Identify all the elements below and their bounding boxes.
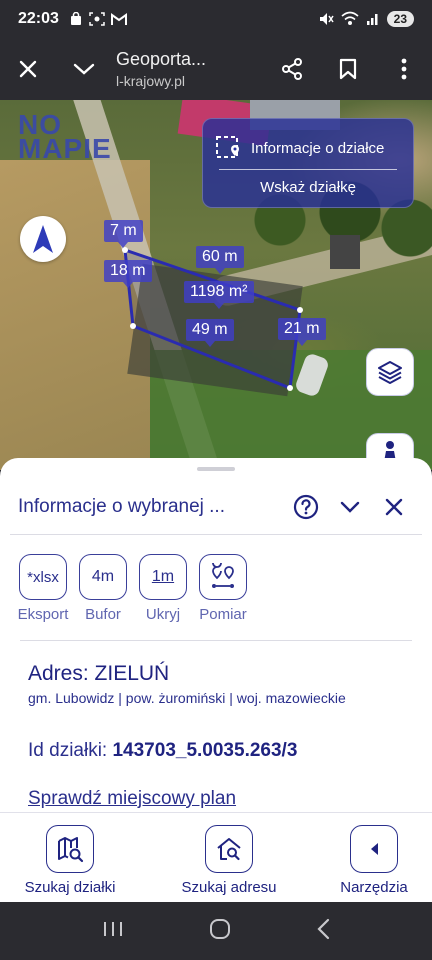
- hide-button[interactable]: 1m: [139, 554, 187, 600]
- battery-badge: 23: [386, 11, 414, 27]
- chevron-left-icon: [371, 843, 378, 855]
- collapse-button[interactable]: [330, 487, 370, 527]
- system-navigation-bar: [0, 902, 432, 960]
- export-tool[interactable]: *xlsx Eksport: [18, 554, 68, 623]
- tool-label: Ukryj: [145, 606, 181, 623]
- parcel-address: Adres: ZIELUŃ: [28, 662, 170, 685]
- page-title-area[interactable]: Geoporta... l-krajowy.pl: [112, 49, 264, 89]
- bottom-navigation: Szukaj działki Szukaj adresu Narzędzia: [0, 812, 432, 902]
- help-icon: [293, 494, 319, 520]
- map-view[interactable]: NO MAPIE Informacje o działce Wskaż dzia…: [0, 100, 432, 470]
- measurement-label: 18 m: [104, 260, 152, 288]
- measure-button[interactable]: [199, 554, 247, 600]
- area-label: 1198 m²: [184, 281, 254, 309]
- compass-arrow-icon: [33, 225, 53, 253]
- minimize-button[interactable]: [56, 38, 112, 100]
- compass-button[interactable]: [20, 216, 66, 262]
- xlsx-icon: *xlsx: [27, 568, 59, 586]
- select-parcel-button[interactable]: Wskaż działkę: [203, 170, 413, 196]
- divider: [10, 534, 422, 535]
- more-vert-icon: [401, 58, 407, 80]
- search-parcel-button[interactable]: [46, 825, 94, 873]
- measure-icon: [212, 563, 234, 588]
- hide-icon: 1m: [151, 568, 175, 585]
- home-icon: [209, 918, 230, 939]
- gmail-icon: [110, 12, 127, 25]
- nav-label: Szukaj adresu: [181, 879, 277, 896]
- buffer-tool[interactable]: 4m Bufor: [78, 554, 128, 623]
- back-icon: [317, 918, 329, 939]
- parcel-select-icon: [216, 136, 239, 158]
- mute-icon: [319, 13, 334, 25]
- parcel-info-title: Informacje o działce: [251, 139, 385, 157]
- parcel-info-button[interactable]: Informacje o działce: [203, 119, 413, 165]
- status-indicators: 23: [318, 11, 414, 27]
- close-icon: [385, 498, 403, 516]
- parcel-id-label: Id działki:: [28, 740, 108, 761]
- hide-tool[interactable]: 1m Ukryj: [138, 554, 188, 623]
- app-logo: NO MAPIE: [18, 111, 112, 164]
- notification-icons: [69, 12, 127, 26]
- tool-label: Bufor: [85, 606, 121, 623]
- page-title: Geoporta...: [116, 49, 207, 69]
- local-plan-link[interactable]: Sprawdź miejscowy plan: [28, 788, 236, 810]
- shopping-bag-icon: [70, 12, 81, 25]
- sheet-header: Informacje o wybranej ...: [0, 482, 432, 532]
- measurement-label: 7 m: [104, 220, 143, 248]
- back-button[interactable]: [316, 918, 330, 945]
- parcel-id-row: Id działki: 143703_5.0035.263/3: [28, 740, 297, 762]
- bookmark-button[interactable]: [320, 38, 376, 100]
- buffer-icon: 4m: [91, 568, 115, 585]
- status-time: 22:03: [18, 10, 59, 27]
- layers-icon: [378, 361, 402, 384]
- tools-nav[interactable]: Narzędzia: [334, 825, 414, 896]
- bookmark-icon: [339, 58, 357, 80]
- signal-icon: [366, 14, 378, 25]
- wifi-icon: [341, 11, 359, 25]
- browser-toolbar: Geoporta... l-krajowy.pl: [0, 38, 432, 100]
- nav-label: Szukaj działki: [24, 879, 116, 896]
- sheet-title: Informacje o wybranej ...: [18, 496, 225, 517]
- share-icon: [282, 58, 302, 80]
- tool-label: Eksport: [17, 606, 69, 623]
- chevron-down-icon: [73, 63, 95, 75]
- help-button[interactable]: [286, 487, 326, 527]
- map-search-icon: [58, 837, 84, 863]
- chevron-down-icon: [340, 501, 360, 513]
- drag-handle[interactable]: [197, 467, 235, 471]
- layers-button[interactable]: [366, 348, 414, 396]
- tool-row: *xlsx Eksport 4m Bufor 1m Ukryj Pomiar: [18, 554, 248, 623]
- more-options-button[interactable]: [376, 38, 432, 100]
- search-address-button[interactable]: [205, 825, 253, 873]
- search-address-nav[interactable]: Szukaj adresu: [176, 825, 282, 896]
- home-button[interactable]: [209, 918, 231, 945]
- close-sheet-button[interactable]: [374, 487, 414, 527]
- recent-apps-button[interactable]: [102, 920, 124, 943]
- tools-button[interactable]: [350, 825, 398, 873]
- nav-label: Narzędzia: [340, 879, 408, 896]
- close-icon: [19, 60, 37, 78]
- measurement-label: 21 m: [278, 318, 326, 346]
- recent-apps-icon: [104, 921, 123, 936]
- export-button[interactable]: *xlsx: [19, 554, 67, 600]
- close-tab-button[interactable]: [0, 38, 56, 100]
- search-parcel-nav[interactable]: Szukaj działki: [20, 825, 120, 896]
- page-url: l-krajowy.pl: [116, 73, 185, 89]
- parcel-admin-units: gm. Lubowidz | pow. żuromiński | woj. ma…: [28, 690, 346, 706]
- status-bar: 22:03 23: [0, 0, 432, 38]
- logo-text: MAPIE: [18, 133, 112, 164]
- tool-label: Pomiar: [199, 606, 247, 623]
- measure-tool[interactable]: Pomiar: [198, 554, 248, 623]
- screenshot-icon: [89, 12, 105, 26]
- parcel-id-value: 143703_5.0035.263/3: [112, 740, 298, 761]
- share-button[interactable]: [264, 38, 320, 100]
- measurement-label: 49 m: [186, 319, 234, 347]
- divider: [20, 640, 412, 641]
- home-search-icon: [217, 838, 241, 861]
- parcel-info-panel: Informacje o działce Wskaż działkę: [202, 118, 414, 208]
- measurement-label: 60 m: [196, 246, 244, 274]
- buffer-button[interactable]: 4m: [79, 554, 127, 600]
